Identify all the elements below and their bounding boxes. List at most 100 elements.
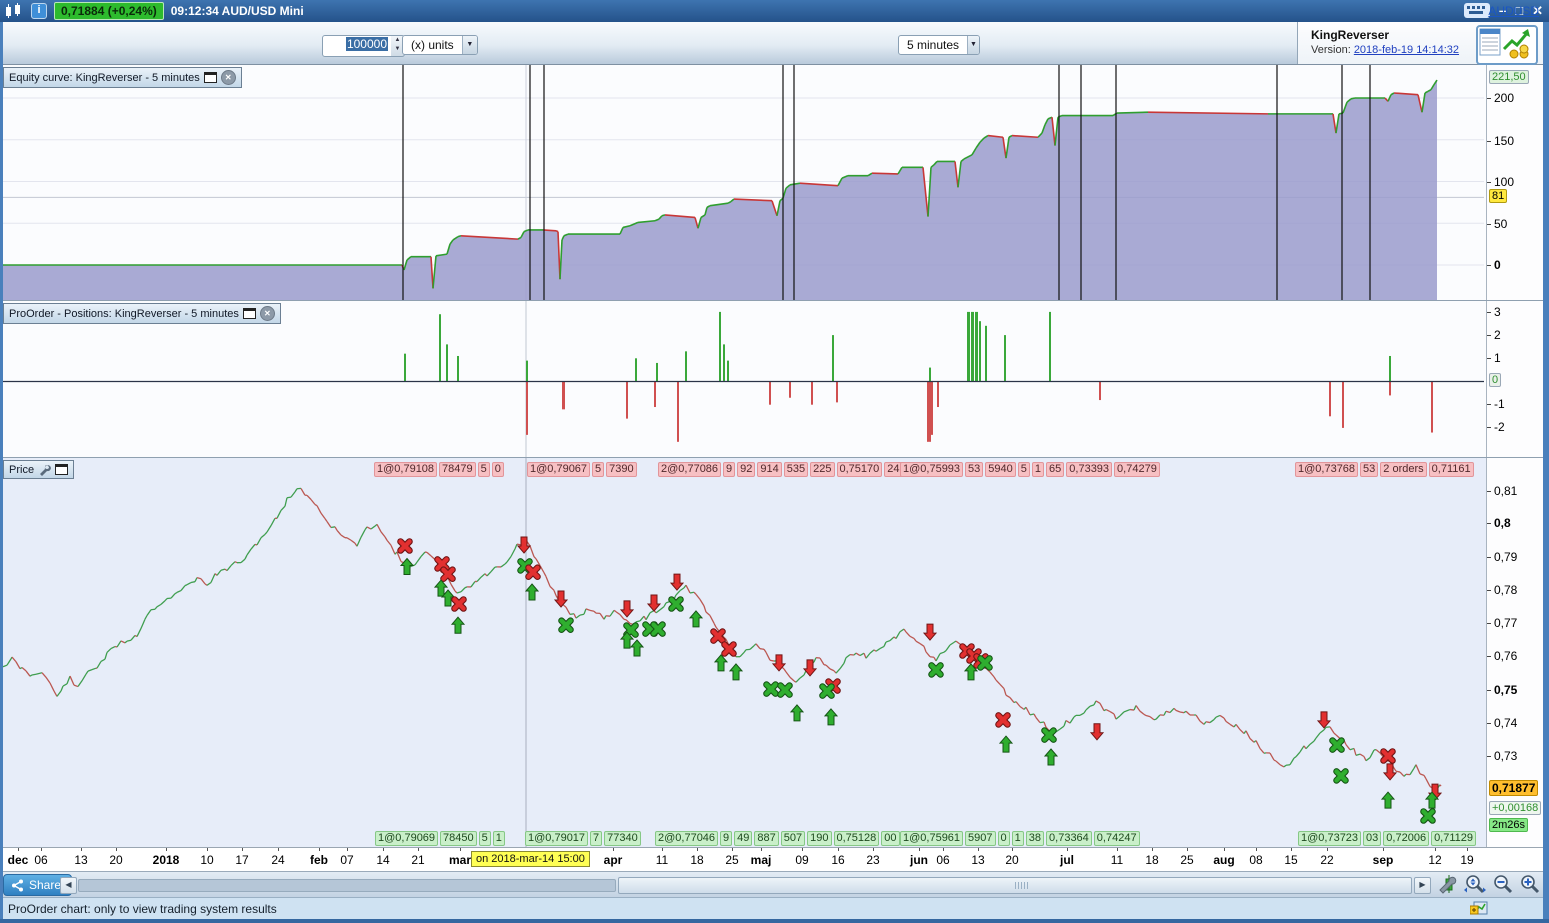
info-icon[interactable]: i — [31, 3, 47, 19]
sell-marker — [1382, 763, 1398, 781]
instrument-chart-icon[interactable] — [1470, 901, 1488, 915]
order-label: 2 orders — [1380, 462, 1427, 477]
equity-panel-header[interactable]: Equity curve: KingReverser - 5 minutes ✕ — [3, 67, 242, 88]
chart-settings-icon[interactable] — [1437, 874, 1461, 894]
zoom-in-icon[interactable] — [1518, 874, 1542, 894]
order-label: 535 — [783, 462, 809, 477]
price-change-badge: +0,00168 — [1489, 801, 1542, 815]
units-dropdown-arrow-icon[interactable]: ▼ — [461, 36, 477, 54]
axis-tick-label: 0,78 — [1494, 583, 1518, 597]
timeframe-dropdown-arrow-icon[interactable]: ▼ — [967, 36, 979, 54]
quantity-input[interactable]: 100000 — [322, 35, 392, 57]
date-tick-label: 11 — [655, 853, 669, 867]
detach-window-icon[interactable] — [242, 308, 256, 319]
short-position-bar — [1389, 381, 1391, 396]
date-tick — [662, 848, 663, 851]
date-tick-label: 20 — [1005, 853, 1019, 867]
buy-marker — [1380, 791, 1396, 809]
positions-chart[interactable] — [3, 301, 1486, 458]
short-position-bar — [927, 381, 931, 442]
zoom-vertical-icon[interactable] — [1462, 874, 1486, 894]
axis-tick — [1487, 335, 1491, 336]
timeframe-dropdown[interactable]: 5 minutes ▼ — [898, 35, 980, 55]
long-position-bar — [979, 321, 981, 382]
date-tick-label: 12 — [1428, 853, 1442, 867]
close-long-marker — [397, 538, 413, 554]
scroll-right-button[interactable]: ▶ — [1414, 877, 1431, 894]
order-label: 0,75170 — [836, 462, 883, 477]
price-chart[interactable] — [3, 458, 1486, 848]
price-panel-header[interactable]: Price — [3, 460, 75, 479]
date-tick — [613, 848, 614, 851]
status-bar: ProOrder chart: only to view trading sys… — [0, 897, 1549, 919]
date-tick — [207, 848, 208, 851]
keyboard-icon[interactable] — [1464, 3, 1490, 18]
date-tick-label: 23 — [866, 853, 880, 867]
long-position-bar — [985, 325, 987, 382]
axis-tick-label: 0,75 — [1494, 683, 1518, 697]
close-short-marker — [1420, 808, 1436, 824]
positions-panel-header[interactable]: ProOrder - Positions: KingReverser - 5 m… — [3, 303, 281, 324]
order-label: 0,74247 — [1093, 831, 1140, 846]
date-tick-label: 18 — [690, 853, 704, 867]
scrollbar-thumb[interactable] — [618, 877, 1412, 894]
order-label: 1@0,73723 — [1298, 831, 1362, 846]
date-tick — [732, 848, 733, 851]
short-position-bar — [836, 381, 838, 403]
date-tick-label: jun — [910, 853, 928, 867]
timeframe-dropdown-value: 5 minutes — [907, 38, 960, 52]
axis-tick-label: 150 — [1494, 134, 1515, 148]
date-tick — [278, 848, 279, 851]
date-tick — [347, 848, 348, 851]
scroll-left-button[interactable]: ◀ — [60, 877, 77, 894]
date-tick — [1152, 848, 1153, 851]
order-label: 2@0,77046 — [655, 831, 719, 846]
sell-marker — [646, 594, 662, 612]
version-link[interactable]: 2018-feb-19 14:14:32 — [1354, 44, 1459, 56]
order-label: 03 — [1363, 831, 1382, 846]
instrument-link[interactable]: AUDUSD — [1488, 4, 1539, 18]
date-tick-label: apr — [603, 853, 623, 867]
order-label: 53 — [1360, 462, 1379, 477]
price-panel[interactable]: 0,81 0,8 0,79 0,78 0,77 0,76 0,75 0,74 0,73 0,718… — [3, 457, 1543, 848]
zoom-out-icon[interactable] — [1491, 874, 1515, 894]
close-panel-icon[interactable]: ✕ — [220, 70, 236, 85]
date-tick-label: feb — [310, 853, 328, 867]
axis-tick-label: 100 — [1494, 175, 1515, 189]
date-tick — [242, 848, 243, 851]
date-tick-label: 06 — [34, 853, 48, 867]
order-label: 5 — [478, 831, 491, 846]
detach-window-icon[interactable] — [203, 72, 217, 83]
order-label-group: 1@0,79067 5 7390 — [527, 462, 637, 477]
long-position-bar — [967, 311, 970, 382]
close-short-marker — [1333, 768, 1349, 784]
positions-panel[interactable]: 3 2 1 -1 -2 0 ProOrder - Positions: KingRever… — [3, 300, 1543, 458]
equity-curve-panel[interactable]: 200 150 100 50 0 221,50 81 Equity curve: KingR… — [3, 65, 1543, 300]
axis-tick-label: 0,77 — [1494, 616, 1518, 630]
axis-tick — [1487, 623, 1491, 624]
order-label: 5940 — [985, 462, 1016, 477]
order-label: 1 — [492, 831, 505, 846]
axis-tick — [1487, 141, 1491, 142]
order-label: 65 — [1046, 462, 1065, 477]
positions-current-badge: 0 — [1489, 373, 1502, 387]
scrollbar-track[interactable] — [78, 879, 616, 892]
equity-highlight-badge: 81 — [1489, 189, 1508, 203]
short-position-bar — [626, 381, 628, 419]
units-dropdown[interactable]: (x) units ▼ — [402, 35, 478, 55]
price-settings-wrench-icon[interactable] — [38, 463, 51, 476]
date-tick — [873, 848, 874, 851]
detach-window-icon[interactable] — [55, 464, 69, 475]
date-tick-label: 10 — [200, 853, 214, 867]
price-panel-title: Price — [9, 463, 35, 476]
long-position-bar — [457, 355, 459, 382]
axis-tick — [1487, 265, 1491, 266]
order-label: 1@0,75993 — [900, 462, 964, 477]
order-label: 53 — [965, 462, 984, 477]
equity-curve-chart[interactable] — [3, 65, 1486, 300]
buy-marker — [524, 583, 540, 601]
close-short-marker — [1329, 737, 1345, 753]
date-tick-label: 17 — [235, 853, 249, 867]
close-panel-icon[interactable]: ✕ — [259, 306, 275, 321]
backtest-report-icon[interactable] — [1476, 25, 1538, 65]
